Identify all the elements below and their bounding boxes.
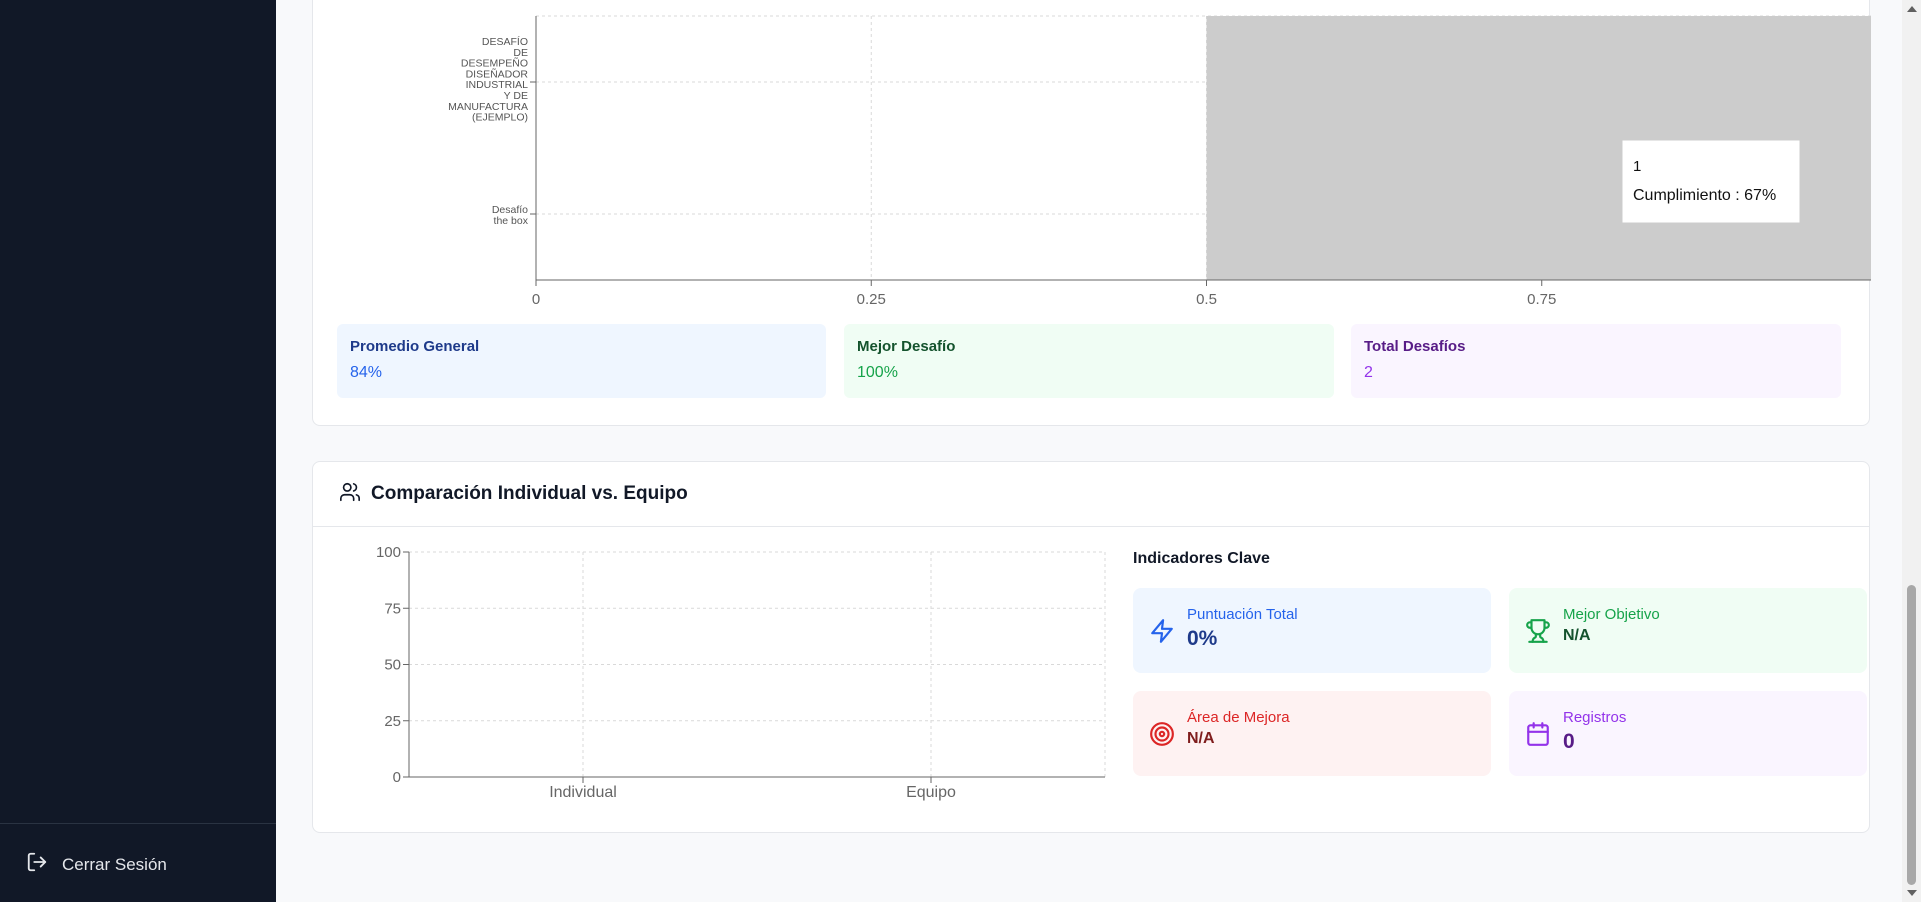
kpi-area-de-mejora: Área de Mejora N/A	[1133, 691, 1491, 776]
comparison-bar-chart: 0 25 50 75 100 Individual Equipo	[376, 544, 1106, 801]
y-tick-label: 75	[384, 600, 401, 617]
sidebar: Cerrar Sesión	[0, 0, 276, 902]
main-content: 0 0.25 0.5 0.75 1 DESAFÍODEDESEMPEÑODISEÑADO…	[276, 0, 1902, 902]
x-tick-label: 0.5	[1196, 291, 1217, 308]
y-tick-label: 50	[384, 657, 401, 674]
kpi-title: Indicadores Clave	[1133, 550, 1270, 567]
target-icon	[1149, 709, 1175, 752]
chart-tooltip: 1 Cumplimiento : 67%	[1621, 139, 1801, 224]
logout-icon	[26, 851, 48, 878]
x-tick-label: Equipo	[906, 784, 956, 801]
stat-value: 2	[1364, 364, 1373, 381]
x-tick-label: 0	[532, 291, 540, 308]
stat-value: 84%	[350, 364, 383, 381]
kpi-label: Mejor Objetivo	[1563, 606, 1660, 623]
stat-value: 100%	[857, 364, 898, 381]
stat-label: Mejor Desafío	[857, 338, 956, 355]
scroll-thumb[interactable]	[1907, 585, 1916, 885]
stat-promedio-general: Promedio General 84%	[337, 324, 826, 398]
kpi-value: N/A	[1563, 627, 1591, 644]
logout-label: Cerrar Sesión	[62, 854, 167, 874]
y-category-label: Desafío the box	[492, 204, 529, 227]
challenge-card: 0 0.25 0.5 0.75 1 DESAFÍODEDESEMPEÑODISEÑADO…	[312, 0, 1871, 426]
stat-label: Total Desafíos	[1364, 338, 1466, 355]
x-tick-label: 0.75	[1527, 291, 1556, 308]
y-tick-label: 100	[376, 544, 401, 561]
challenge-bar-chart: 0 0.25 0.5 0.75 1 DESAFÍODEDESEMPEÑODISEÑADO…	[448, 15, 1871, 308]
kpi-label: Registros	[1563, 709, 1627, 726]
x-tick-label: Individual	[549, 784, 617, 801]
kpi-mejor-objetivo: Mejor Objetivo N/A	[1509, 588, 1867, 673]
kpi-value: 0	[1563, 730, 1575, 753]
kpi-value: 0%	[1187, 627, 1218, 650]
y-category-label: DESAFÍO DE DESEMPEÑO DISEÑADOR INDUSTRIAL Y D…	[448, 35, 528, 124]
stat-total-desafios: Total Desafíos 2	[1351, 324, 1841, 398]
kpi-value: N/A	[1187, 730, 1215, 747]
scroll-down-icon[interactable]	[1907, 890, 1917, 896]
scroll-up-icon[interactable]	[1907, 6, 1917, 12]
calendar-icon	[1525, 709, 1551, 752]
kpi-puntuacion-total: Puntuación Total 0%	[1133, 588, 1491, 673]
y-tick-label: 0	[393, 769, 401, 786]
sidebar-divider	[0, 823, 276, 824]
kpi-label: Puntuación Total	[1187, 606, 1298, 623]
page-scrollbar[interactable]	[1902, 0, 1921, 902]
logout-button[interactable]: Cerrar Sesión	[26, 851, 167, 878]
tooltip-title: 1	[1633, 158, 1641, 175]
stat-mejor-desafio: Mejor Desafío 100%	[844, 324, 1334, 398]
comparison-card: Comparación Individual vs. Equipo 0 25 50 7…	[312, 461, 1870, 833]
tooltip-value: Cumplimiento : 67%	[1633, 187, 1776, 204]
kpi-registros: Registros 0	[1509, 691, 1867, 776]
kpi-label: Área de Mejora	[1187, 709, 1290, 726]
trophy-icon	[1525, 606, 1551, 649]
stat-label: Promedio General	[350, 338, 480, 355]
y-tick-label: 25	[384, 713, 401, 730]
lightning-icon	[1149, 606, 1175, 649]
x-tick-label: 0.25	[857, 291, 886, 308]
